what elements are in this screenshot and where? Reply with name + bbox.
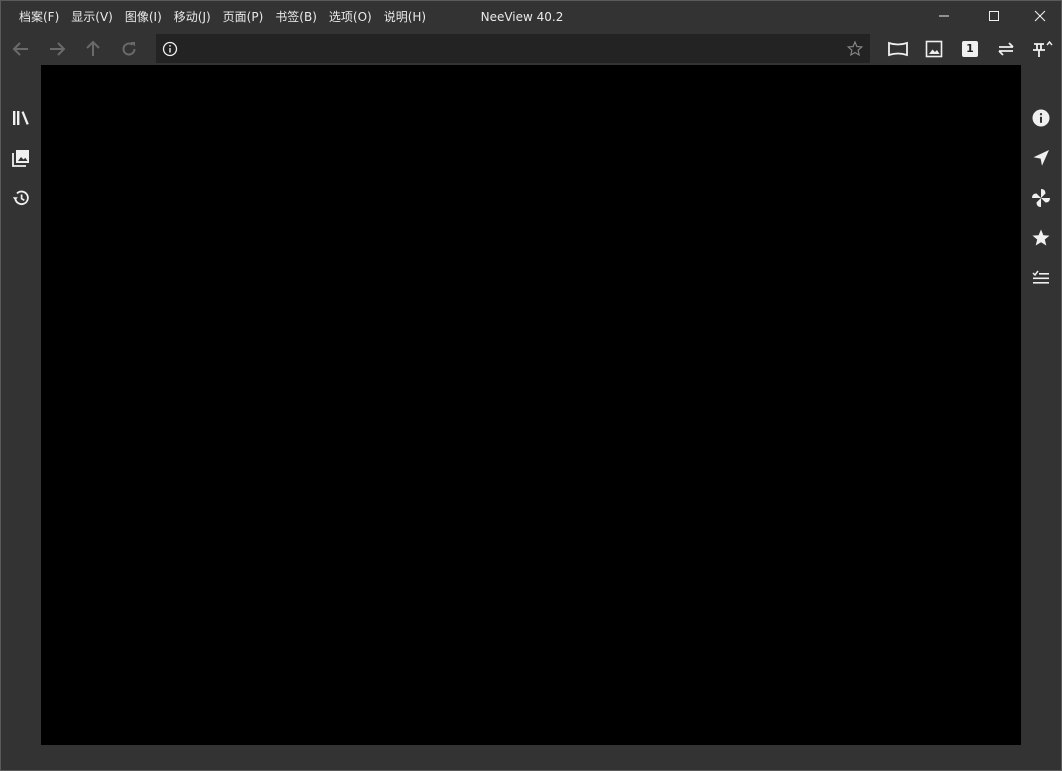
- file-info-button[interactable]: [1027, 104, 1055, 132]
- star-outline-icon[interactable]: [846, 40, 864, 58]
- menu-view[interactable]: 显示(V): [65, 1, 119, 33]
- maximize-icon: [989, 11, 999, 21]
- close-icon: [1034, 10, 1046, 22]
- menu-image[interactable]: 图像(I): [119, 1, 168, 33]
- navigator-button[interactable]: [1027, 144, 1055, 172]
- page-direction-button[interactable]: [992, 36, 1020, 62]
- back-button[interactable]: [8, 36, 34, 62]
- single-page-icon: 1: [962, 41, 978, 57]
- maximize-button[interactable]: [971, 1, 1017, 31]
- menu-move[interactable]: 移动(J): [168, 1, 217, 33]
- page-frame-icon: [888, 41, 908, 57]
- page-frame-button[interactable]: [884, 36, 912, 62]
- arrow-up-icon: [86, 40, 100, 56]
- left-panel: [1, 65, 41, 745]
- title-bar: 档案(F) 显示(V) 图像(I) 移动(J) 页面(P) 书签(B) 选项(O…: [1, 1, 1061, 33]
- forward-button[interactable]: [44, 36, 70, 62]
- menu-bookmark[interactable]: 书签(B): [269, 1, 323, 33]
- bookmark-button[interactable]: [1027, 224, 1055, 252]
- swap-direction-icon: [998, 42, 1014, 56]
- playlist-button[interactable]: [1027, 264, 1055, 292]
- up-button[interactable]: [80, 36, 106, 62]
- minimize-icon: [939, 15, 949, 17]
- pin-icon: [1033, 40, 1053, 57]
- image-viewer-area[interactable]: [41, 65, 1021, 745]
- photo-library-icon: [12, 150, 29, 167]
- address-bar: [156, 34, 870, 63]
- refresh-icon: [122, 42, 136, 56]
- navigation-arrow-icon: [1033, 150, 1049, 166]
- history-button[interactable]: [7, 184, 35, 212]
- stretch-image-button[interactable]: [920, 36, 948, 62]
- address-input[interactable]: [186, 38, 836, 60]
- menu-bar: 档案(F) 显示(V) 图像(I) 移动(J) 页面(P) 书签(B) 选项(O…: [13, 1, 432, 33]
- page-list-button[interactable]: [7, 144, 35, 172]
- minimize-button[interactable]: [921, 1, 967, 31]
- info-icon[interactable]: [162, 41, 178, 57]
- history-icon: [12, 190, 29, 205]
- menu-file[interactable]: 档案(F): [13, 1, 65, 33]
- arrow-left-icon: [12, 42, 28, 56]
- arrow-right-icon: [50, 42, 66, 56]
- app-window: 档案(F) 显示(V) 图像(I) 移动(J) 页面(P) 书签(B) 选项(O…: [0, 0, 1062, 771]
- menu-options[interactable]: 选项(O): [323, 1, 378, 33]
- pinwheel-icon: [1032, 189, 1050, 207]
- playlist-icon: [1032, 270, 1049, 284]
- refresh-button[interactable]: [116, 36, 142, 62]
- image-icon: [925, 40, 943, 58]
- status-bar: [1, 745, 1061, 770]
- address-toolbar: 1: [1, 33, 1061, 65]
- info-icon: [1032, 109, 1050, 127]
- close-button[interactable]: [1017, 1, 1061, 31]
- bookshelf-button[interactable]: [7, 104, 35, 132]
- menu-page[interactable]: 页面(P): [217, 1, 270, 33]
- right-panel: [1021, 65, 1061, 745]
- pin-button[interactable]: [1028, 36, 1056, 62]
- effect-button[interactable]: [1027, 184, 1055, 212]
- menu-help[interactable]: 说明(H): [378, 1, 432, 33]
- single-page-button[interactable]: 1: [956, 36, 984, 62]
- star-icon: [1032, 229, 1050, 246]
- library-icon: [13, 111, 29, 125]
